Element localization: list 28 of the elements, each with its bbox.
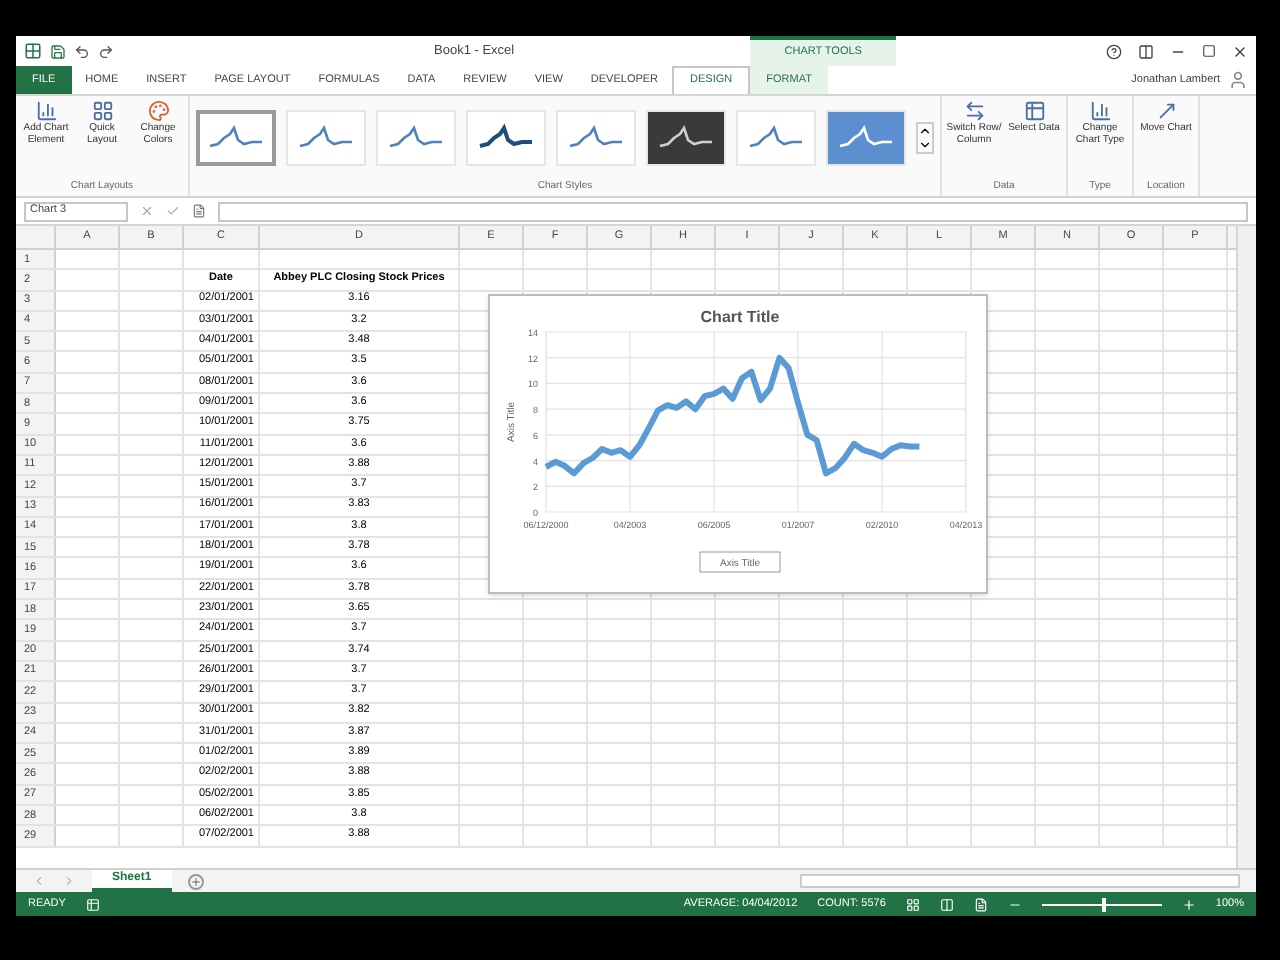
chart-title: Chart Title [700, 308, 780, 326]
help-icon[interactable] [1106, 43, 1122, 59]
formula-field[interactable] [218, 201, 1248, 221]
layout-grid-icon [91, 100, 113, 122]
bar-chart-icon [35, 100, 57, 122]
palette-icon [147, 100, 169, 122]
normal-view-icon[interactable] [905, 897, 920, 911]
table-icon [1023, 100, 1045, 122]
page-layout-icon[interactable] [939, 897, 954, 911]
redo-icon[interactable] [98, 43, 114, 59]
line-chart-icon [476, 121, 536, 154]
avatar-icon [1228, 70, 1248, 90]
save-icon[interactable] [50, 43, 66, 59]
new-sheet-icon[interactable] [187, 873, 204, 889]
arrow-icon [1155, 100, 1177, 122]
chart-style-thumbnail[interactable] [196, 109, 276, 166]
zoom-in-icon[interactable] [1181, 897, 1196, 911]
scroll-down-icon[interactable] [918, 137, 932, 152]
bar-chart-icon [1089, 100, 1111, 122]
close-icon[interactable] [1232, 43, 1248, 59]
maximize-icon[interactable] [1202, 44, 1216, 58]
undo-icon[interactable] [74, 43, 90, 59]
scroll-up-icon[interactable] [918, 123, 932, 138]
vertical-scrollbar[interactable] [1236, 226, 1256, 868]
horizontal-scrollbar[interactable] [800, 874, 1240, 888]
swap-arrows-icon [963, 100, 985, 122]
ribbon-display-icon[interactable] [1138, 43, 1154, 59]
zoom-thumb[interactable] [1101, 897, 1106, 911]
